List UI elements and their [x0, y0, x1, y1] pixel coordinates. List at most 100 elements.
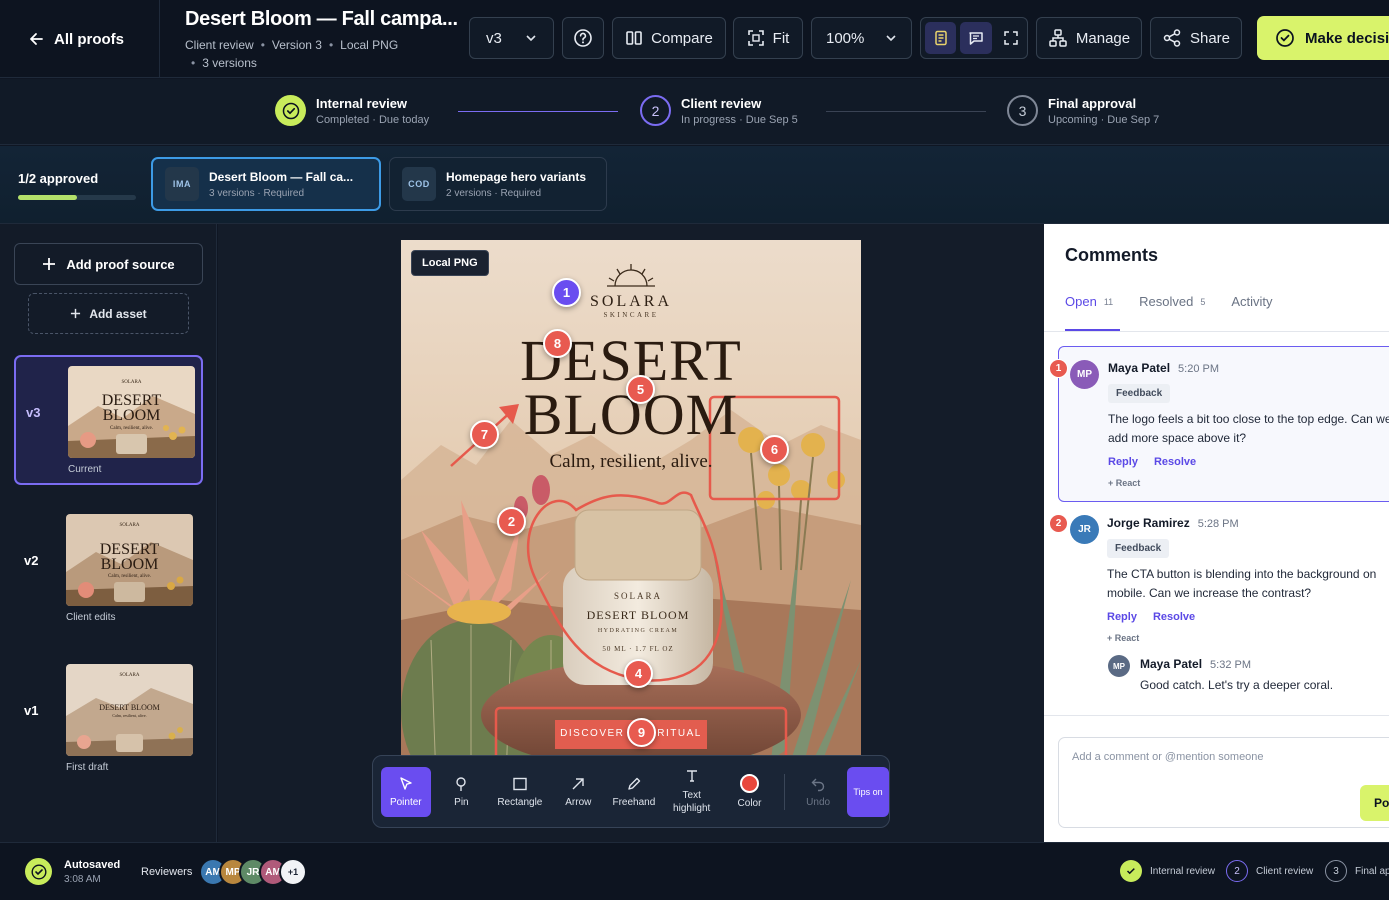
version-card-v2[interactable]: v2 SOLARA DESERT BLOOM Calm, resilient, …: [14, 505, 203, 635]
comments-panel: Comments Open 11 Resolved 5 Activity 1 MP …: [1044, 224, 1389, 842]
zoom-select[interactable]: 100%: [811, 17, 912, 59]
brand-logo-text: SOLARA: [589, 293, 672, 310]
stage-internal-review[interactable]: Internal review Completed · Due today: [275, 95, 429, 126]
asset-name: Homepage hero variants: [446, 169, 587, 184]
footer-stage-label: Internal review: [1150, 865, 1216, 877]
svg-text:DESERT BLOOM: DESERT BLOOM: [99, 703, 160, 712]
version-select-value: v3: [486, 29, 502, 47]
add-asset-button[interactable]: Add asset: [28, 293, 189, 334]
resolve-button[interactable]: Resolve: [1154, 456, 1196, 468]
freehand-tool[interactable]: Freehand: [609, 767, 659, 817]
comment-author: Maya Patel 5:20 PM: [1108, 361, 1219, 375]
stage-client-review[interactable]: 2 Client review In progress · Due Sep 5: [640, 95, 798, 126]
asset-card-homepage-hero[interactable]: COD Homepage hero variants 2 versions · …: [389, 157, 607, 211]
footer-stage-final[interactable]: 3 Final approval: [1325, 860, 1389, 882]
asset-card-desert-bloom[interactable]: IMA Desert Bloom — Fall ca... 3 versions…: [151, 157, 381, 211]
plus-icon: [71, 308, 81, 319]
react-button[interactable]: + React: [1108, 478, 1140, 488]
comment-marker[interactable]: 1: [552, 278, 581, 307]
tab-activity[interactable]: Activity: [1231, 294, 1272, 309]
comment-marker[interactable]: 8: [543, 329, 572, 358]
arrow-tool[interactable]: Arrow: [554, 767, 604, 817]
view-notes-button[interactable]: [925, 22, 957, 54]
comment-marker[interactable]: 5: [626, 375, 655, 404]
version-sidebar: Add proof source Add asset v3 SOLARA DES…: [0, 224, 217, 842]
proof-image[interactable]: SOLARA SKINCARE DESERT BLOOM Calm, resil…: [401, 240, 861, 780]
check-circle-icon: [30, 863, 47, 880]
comment-input[interactable]: Add a comment or @mention someone: [1058, 737, 1389, 828]
view-comments-button[interactable]: [960, 22, 992, 54]
reviewer-avatars[interactable]: AM MP JR AM +1: [199, 858, 307, 886]
comment-marker[interactable]: 6: [760, 435, 789, 464]
version-label: v3: [26, 405, 41, 420]
footer-stage-internal[interactable]: Internal review: [1120, 860, 1215, 882]
fit-button[interactable]: Fit: [733, 17, 803, 59]
share-button[interactable]: Share: [1150, 17, 1242, 59]
text-highlight-tool[interactable]: Text highlight: [665, 767, 719, 817]
workflow-stages: Internal review Completed · Due today 2 …: [0, 79, 1389, 145]
jar-size: 50 ML · 1.7 FL OZ: [602, 645, 674, 653]
compare-button[interactable]: Compare: [612, 17, 726, 59]
fullscreen-button[interactable]: [996, 22, 1027, 54]
svg-text:SOLARA: SOLARA: [119, 673, 139, 678]
check-icon: [1126, 868, 1135, 875]
undo-icon: [811, 778, 825, 791]
comment-marker[interactable]: 9: [627, 718, 656, 747]
post-comment-button[interactable]: Post: [1360, 785, 1389, 821]
comment-marker[interactable]: 2: [497, 507, 526, 536]
manage-button[interactable]: Manage: [1036, 17, 1142, 59]
all-proofs-button[interactable]: All proofs: [0, 0, 160, 78]
comment-tag: Feedback: [1107, 539, 1170, 558]
proof-meta: Client review • Version 3 • Local PNG • 3 ver…: [185, 38, 399, 70]
comment-marker[interactable]: 7: [470, 420, 499, 449]
resolve-button[interactable]: Resolve: [1153, 611, 1195, 623]
stage-status: Upcoming · Due Sep 7: [1048, 113, 1160, 126]
annotation-toolbar: Pointer Pin Rectangle Arrow Freehand Tex…: [372, 755, 890, 828]
comment-marker[interactable]: 4: [624, 659, 653, 688]
avatar: MP: [1070, 360, 1099, 389]
stage-final-approval[interactable]: 3 Final approval Upcoming · Due Sep 7: [1007, 95, 1159, 126]
react-button[interactable]: + React: [1107, 633, 1139, 643]
jar-product-name: DESERT BLOOM: [586, 608, 690, 622]
tab-open[interactable]: Open 11: [1065, 294, 1113, 309]
stage-complete-badge: [275, 95, 306, 126]
add-proof-source-button[interactable]: Add proof source: [14, 243, 203, 285]
make-decision-button[interactable]: Make decision: [1257, 16, 1389, 60]
comment-time: 5:28 PM: [1197, 518, 1239, 530]
tips-toggle[interactable]: Tips on: [847, 766, 889, 817]
tab-resolved[interactable]: Resolved 5: [1139, 294, 1205, 309]
columns-icon: [626, 31, 642, 45]
toolbar-divider: [784, 773, 786, 810]
help-button[interactable]: [562, 17, 604, 59]
rectangle-tool[interactable]: Rectangle: [492, 767, 547, 817]
document-icon: [934, 30, 947, 46]
pin-tool[interactable]: Pin: [437, 767, 487, 817]
check-circle-icon: [1276, 29, 1294, 47]
version-select[interactable]: v3: [469, 17, 554, 59]
top-bar: All proofs Desert Bloom — Fall campa... …: [0, 0, 1389, 78]
footer-stage-client[interactable]: 2 Client review: [1226, 860, 1313, 882]
asset-sub: 3 versions · Required: [209, 187, 305, 199]
meta-version: Version 3: [271, 38, 322, 52]
color-tool-label: Color: [737, 798, 762, 809]
color-tool[interactable]: Color: [725, 767, 775, 817]
asset-sub: 2 versions · Required: [446, 187, 542, 199]
autosave-time: 3:08 AM: [64, 873, 101, 885]
pointer-tool[interactable]: Pointer: [381, 766, 431, 817]
tab-label: Activity: [1231, 294, 1273, 309]
tab-label: Resolved: [1139, 294, 1194, 309]
reply-button[interactable]: Reply: [1108, 456, 1138, 468]
reply-author: Maya Patel 5:32 PM: [1140, 657, 1251, 671]
proof-canvas[interactable]: SOLARA SKINCARE DESERT BLOOM Calm, resil…: [218, 224, 1044, 842]
compare-label: Compare: [651, 29, 713, 47]
author-name: Jorge Ramirez: [1107, 516, 1190, 530]
stage-title: Client review: [681, 95, 762, 111]
version-caption: First draft: [66, 762, 109, 773]
version-card-v1[interactable]: v1 SOLARA DESERT BLOOM Calm, resilient, …: [14, 655, 203, 785]
reply-button[interactable]: Reply: [1107, 611, 1137, 623]
jar-product-type: HYDRATING CREAM: [597, 628, 679, 634]
asset-name: Desert Bloom — Fall ca...: [209, 169, 354, 184]
undo-button[interactable]: Undo: [795, 767, 841, 817]
plus-icon: [43, 258, 56, 270]
version-card-v3[interactable]: v3 SOLARA DESERT BLOOM Calm, resilient, …: [14, 355, 203, 485]
